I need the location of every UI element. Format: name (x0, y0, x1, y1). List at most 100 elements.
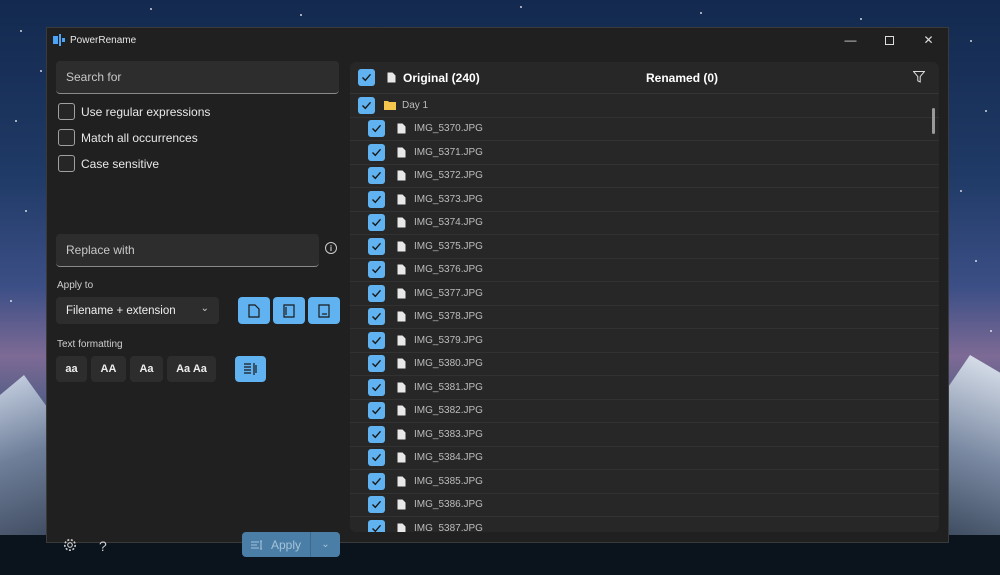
row-checkbox[interactable] (368, 190, 385, 208)
file-icon (397, 358, 406, 369)
replace-input[interactable]: Replace with (56, 234, 319, 267)
row-checkbox[interactable] (368, 496, 385, 514)
search-input[interactable]: Search for (56, 61, 339, 94)
list-item[interactable]: IMG_5371.JPG (350, 141, 939, 165)
file-icon (397, 523, 406, 532)
list-item[interactable]: IMG_5381.JPG (350, 376, 939, 400)
info-icon[interactable]: i (325, 242, 337, 254)
checkmark-icon (372, 407, 382, 415)
checkmark-icon (372, 172, 382, 180)
row-checkbox[interactable] (368, 355, 385, 373)
checkmark-icon (372, 477, 382, 486)
list-item[interactable]: IMG_5378.JPG (350, 306, 939, 329)
list-item[interactable]: IMG_5374.JPG (350, 212, 939, 235)
list-item[interactable]: IMG_5384.JPG (350, 447, 939, 470)
select-all-checkbox[interactable] (358, 69, 375, 86)
checkbox-box[interactable] (58, 155, 75, 172)
file-name: IMG_5382.JPG (414, 405, 483, 417)
checkbox-label: Case sensitive (81, 156, 160, 171)
list-item[interactable]: IMG_5370.JPG (350, 118, 939, 141)
row-checkbox[interactable] (368, 261, 385, 279)
use-regex-checkbox[interactable]: Use regular expressions (58, 103, 210, 120)
title-bar[interactable]: PowerRename — ✕ (47, 28, 948, 52)
row-checkbox[interactable] (368, 143, 385, 161)
file-name: IMG_5384.JPG (414, 452, 483, 464)
row-checkbox[interactable] (368, 120, 385, 138)
file-name: IMG_5387.JPG (414, 522, 483, 532)
minimize-button[interactable]: — (831, 28, 870, 52)
titlecase-button[interactable]: Aa (130, 356, 163, 382)
checkbox-box[interactable] (58, 103, 75, 120)
apply-options-dropdown[interactable]: ⌄ (311, 532, 340, 557)
close-button[interactable]: ✕ (909, 28, 948, 52)
chevron-down-icon: ⌄ (200, 303, 209, 314)
apply-to-dropdown[interactable]: Filename + extension ⌄ (56, 297, 219, 324)
list-item[interactable]: IMG_5377.JPG (350, 282, 939, 306)
folder-row[interactable]: Day 1 (350, 94, 939, 118)
row-checkbox[interactable] (368, 237, 385, 255)
list-scrollbar[interactable] (932, 108, 935, 134)
powerrename-window: PowerRename — ✕ Search for Use regular e… (46, 27, 949, 557)
file-icon (397, 382, 406, 393)
list-item[interactable]: IMG_5373.JPG (350, 188, 939, 212)
enumerate-items-toggle[interactable] (235, 356, 266, 382)
lowercase-button[interactable]: aa (56, 356, 87, 382)
row-checkbox[interactable] (368, 167, 385, 185)
list-item[interactable]: IMG_5383.JPG (350, 423, 939, 447)
list-item[interactable]: IMG_5376.JPG (350, 259, 939, 282)
list-item[interactable]: IMG_5387.JPG (350, 517, 939, 532)
renamed-column-header[interactable]: Renamed (0) (646, 71, 718, 85)
file-name: IMG_5375.JPG (414, 240, 483, 252)
filter-icon[interactable] (913, 71, 925, 83)
name-only-toggle[interactable] (273, 297, 305, 324)
help-button[interactable]: ? (99, 538, 107, 554)
options-panel: Search for Use regular expressions Match… (47, 52, 349, 557)
list-header: Original (240) Renamed (0) (350, 62, 939, 94)
apply-button[interactable]: Apply (242, 532, 311, 557)
list-item[interactable]: IMG_5382.JPG (350, 400, 939, 423)
checkbox-label: Use regular expressions (81, 104, 211, 119)
maximize-button[interactable] (870, 28, 909, 52)
list-item[interactable]: IMG_5375.JPG (350, 235, 939, 259)
list-item[interactable]: IMG_5385.JPG (350, 470, 939, 494)
row-checkbox[interactable] (368, 331, 385, 349)
window-title: PowerRename (70, 34, 137, 46)
match-all-checkbox[interactable]: Match all occurrences (58, 129, 198, 146)
uppercase-button[interactable]: AA (91, 356, 126, 382)
apply-split-button[interactable]: Apply ⌄ (242, 532, 340, 557)
list-item[interactable]: IMG_5379.JPG (350, 329, 939, 353)
file-name: IMG_5381.JPG (414, 381, 483, 393)
extension-only-toggle[interactable] (308, 297, 340, 324)
file-icon (397, 170, 406, 181)
file-name: IMG_5376.JPG (414, 264, 483, 276)
row-checkbox[interactable] (368, 214, 385, 232)
powerrename-app-icon (53, 34, 65, 46)
checkmark-icon (372, 383, 382, 392)
checkmark-icon (372, 125, 382, 133)
checkbox-box[interactable] (58, 129, 75, 146)
row-checkbox[interactable] (358, 96, 375, 114)
list-item[interactable]: IMG_5386.JPG (350, 494, 939, 517)
row-checkbox[interactable] (368, 378, 385, 396)
list-item[interactable]: IMG_5372.JPG (350, 165, 939, 188)
file-icon (397, 241, 406, 252)
list-item[interactable]: IMG_5380.JPG (350, 353, 939, 376)
row-checkbox[interactable] (368, 402, 385, 420)
row-checkbox[interactable] (368, 472, 385, 490)
row-checkbox[interactable] (368, 308, 385, 326)
file-name: IMG_5377.JPG (414, 287, 483, 299)
case-sensitive-checkbox[interactable]: Case sensitive (58, 155, 159, 172)
file-icon (397, 147, 406, 158)
row-checkbox[interactable] (368, 519, 385, 532)
apply-label: Apply (270, 537, 302, 552)
row-checkbox[interactable] (368, 284, 385, 302)
row-checkbox[interactable] (368, 449, 385, 467)
capitalize-each-word-button[interactable]: Aa Aa (167, 356, 216, 382)
original-column-header[interactable]: Original (240) (403, 71, 480, 85)
enumerate-icon (243, 363, 257, 375)
row-checkbox[interactable] (368, 425, 385, 443)
include-files-toggle[interactable] (238, 297, 270, 324)
settings-button[interactable] (63, 538, 77, 555)
checkbox-label: Match all occurrences (81, 130, 198, 145)
file-extension-only-icon (318, 303, 330, 318)
